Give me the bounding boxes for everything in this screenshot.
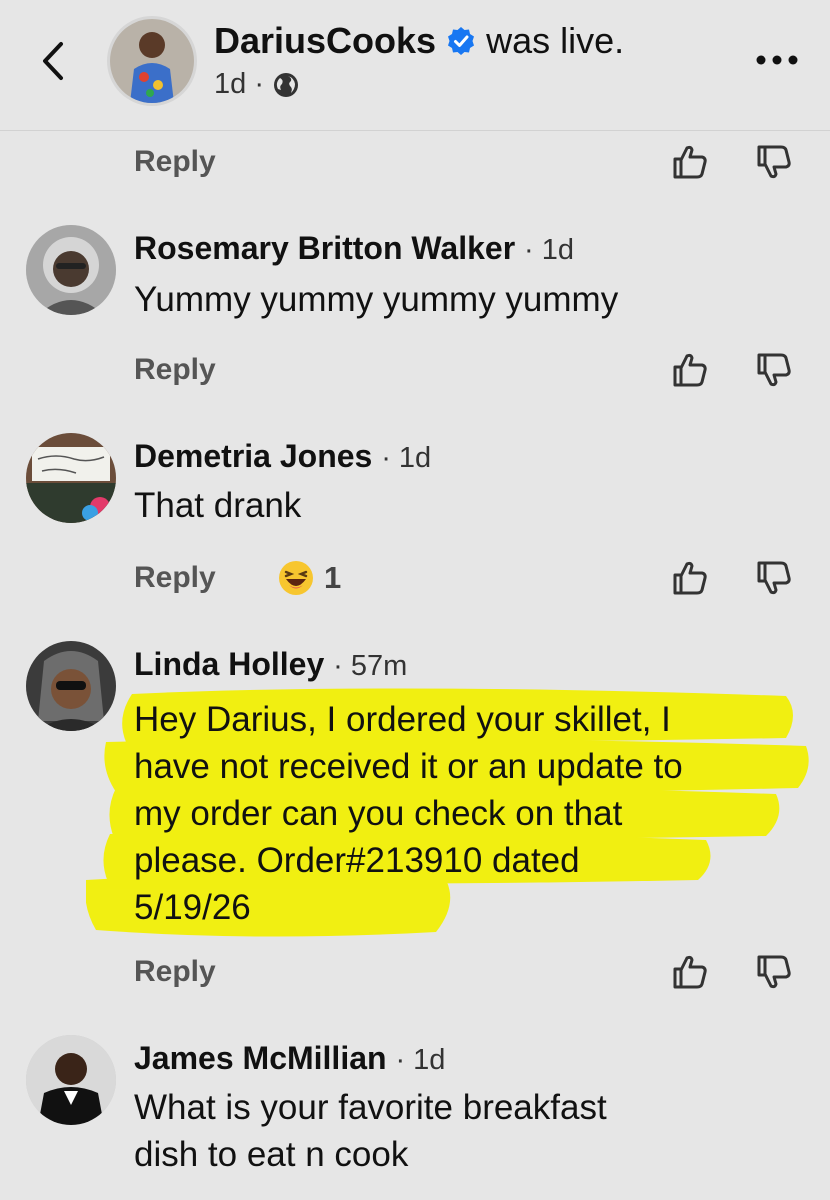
back-icon[interactable]: [36, 38, 70, 84]
comment-text-line: What is your favorite breakfast: [134, 1088, 607, 1127]
comment-time: · 1d: [395, 1044, 446, 1076]
reaction-summary[interactable]: 1: [278, 560, 341, 596]
comment-text-line: please. Order#213910 dated: [134, 841, 580, 880]
thumbs-down-icon[interactable]: [754, 350, 794, 390]
commenter-name-line: Demetria Jones · 1d: [134, 438, 431, 475]
commenter-name[interactable]: James McMillian: [134, 1040, 387, 1076]
post-header: DariusCooks was live. 1d ·: [0, 0, 830, 131]
laughing-emoji-icon: [279, 561, 313, 595]
commenter-name-line: Linda Holley · 57m: [134, 646, 407, 683]
page-name-line: DariusCooks was live.: [214, 20, 624, 62]
commenter-name[interactable]: Rosemary Britton Walker: [134, 230, 515, 266]
commenter-avatar[interactable]: [26, 1035, 116, 1125]
commenter-avatar[interactable]: [26, 433, 116, 523]
thumbs-up-icon[interactable]: [670, 142, 710, 182]
commenter-name[interactable]: Linda Holley: [134, 646, 324, 682]
thumbs-down-icon[interactable]: [754, 558, 794, 598]
thumbs-up-icon[interactable]: [670, 558, 710, 598]
thumbs-up-icon[interactable]: [670, 952, 710, 992]
page-name[interactable]: DariusCooks: [214, 20, 436, 62]
post-time: 1d ·: [214, 68, 264, 100]
reply-button[interactable]: Reply: [134, 145, 216, 179]
comment-text: That drank: [134, 486, 302, 525]
comment-text-line: have not received it or an update to: [134, 747, 683, 786]
thumbs-down-icon[interactable]: [754, 142, 794, 182]
comment-text: Yummy yummy yummy yummy: [134, 280, 619, 319]
thumbs-down-icon[interactable]: [754, 952, 794, 992]
commenter-name[interactable]: Demetria Jones: [134, 438, 372, 474]
reaction-count: 1: [324, 560, 342, 595]
comment-text-line: my order can you check on that: [134, 794, 623, 833]
page-avatar[interactable]: [107, 16, 197, 106]
comment-text: What is your favorite breakfast dish to …: [134, 1084, 607, 1178]
comment-time: · 1d: [381, 442, 432, 474]
comment-text: Hey Darius, I ordered your skillet, I ha…: [134, 696, 683, 931]
commenter-avatar[interactable]: [26, 225, 116, 315]
commenter-name-line: James McMillian · 1d: [134, 1040, 445, 1077]
reply-button[interactable]: Reply: [134, 955, 216, 989]
live-status: was live.: [486, 20, 625, 61]
reply-button[interactable]: Reply: [134, 561, 216, 595]
globe-icon: [273, 72, 298, 97]
reply-button[interactable]: Reply: [134, 353, 216, 387]
comment-text-line: Hey Darius, I ordered your skillet, I: [134, 700, 671, 739]
comment-time: · 57m: [333, 650, 408, 682]
comment-text-line: dish to eat n cook: [134, 1135, 409, 1174]
more-icon[interactable]: [754, 50, 800, 70]
thumbs-up-icon[interactable]: [670, 350, 710, 390]
comment-text-line: 5/19/26: [134, 888, 251, 927]
comment-time: · 1d: [524, 234, 575, 266]
verified-icon: [448, 27, 475, 55]
commenter-name-line: Rosemary Britton Walker · 1d: [134, 230, 574, 267]
post-meta: 1d ·: [214, 68, 300, 101]
